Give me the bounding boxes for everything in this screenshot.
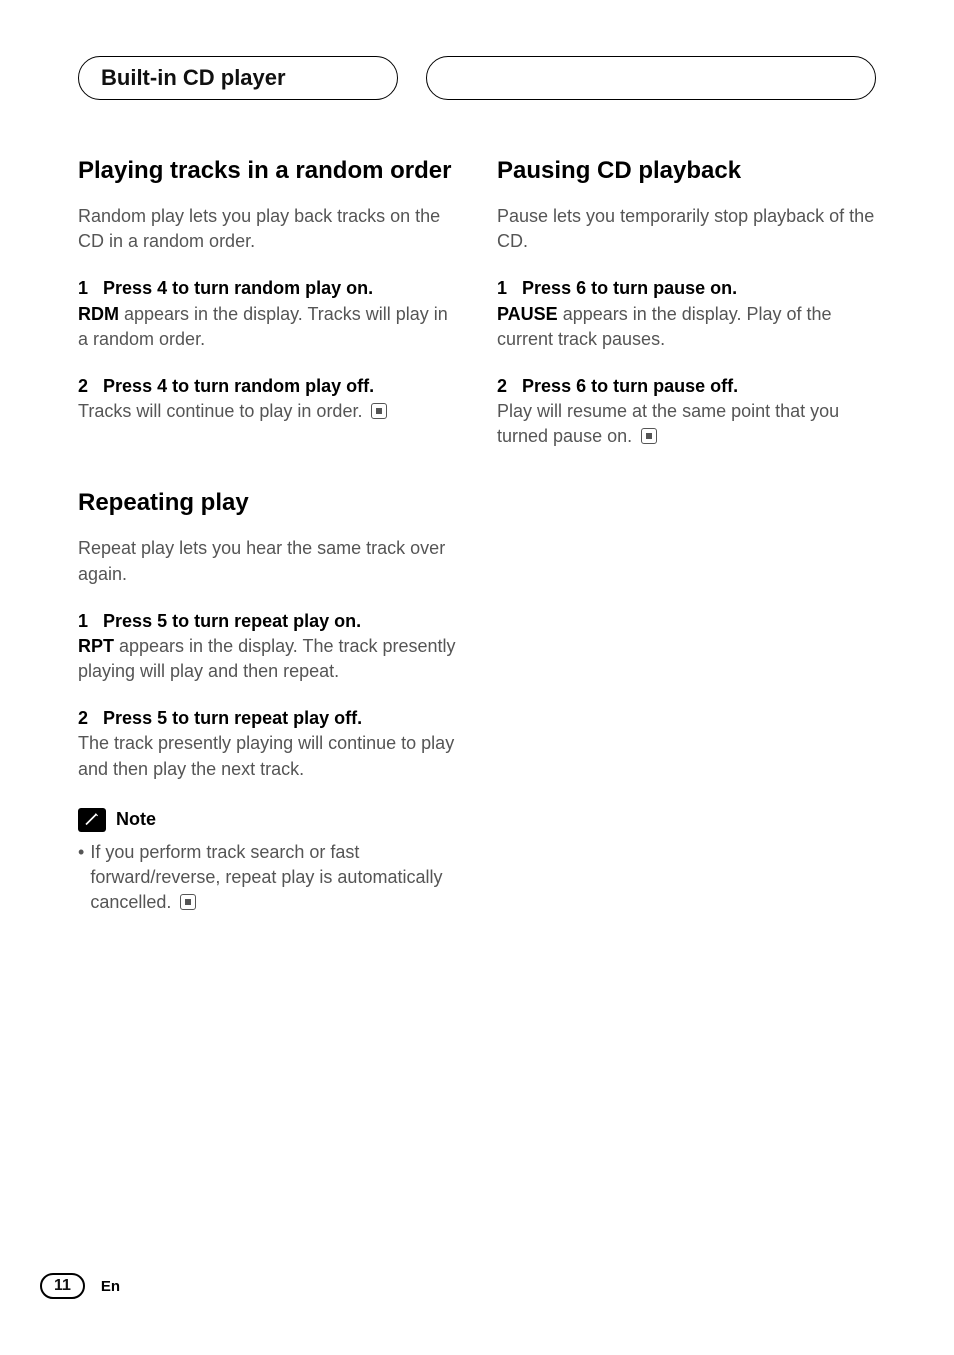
step-number: 2 [78, 708, 88, 728]
step-desc-text: appears in the display. Tracks will play… [78, 304, 448, 349]
step-number: 1 [78, 278, 88, 298]
section-random-lead: Random play lets you play back tracks on… [78, 204, 457, 254]
step-keyword: RPT [78, 636, 114, 656]
step-desc-text: Tracks will continue to play in order. [78, 401, 362, 421]
step-number: 2 [497, 376, 507, 396]
pause-step-1: 1 Press 6 to turn pause on. PAUSE appear… [497, 276, 876, 352]
step-desc: PAUSE appears in the display. Play of th… [497, 302, 876, 352]
step-desc: Play will resume at the same point that … [497, 399, 876, 449]
section-random-title: Playing tracks in a random order [78, 156, 457, 186]
step-title: Press 4 to turn random play on. [103, 278, 373, 298]
section-repeat-lead: Repeat play lets you hear the same track… [78, 536, 457, 586]
step-title: Press 5 to turn repeat play off. [103, 708, 362, 728]
page-number: 11 [40, 1273, 85, 1299]
random-step-1: 1 Press 4 to turn random play on. RDM ap… [78, 276, 457, 352]
step-desc: The track presently playing will continu… [78, 731, 457, 781]
step-desc: RDM appears in the display. Tracks will … [78, 302, 457, 352]
repeat-step-2: 2 Press 5 to turn repeat play off. The t… [78, 706, 457, 782]
step-title: Press 4 to turn random play off. [103, 376, 374, 396]
page-language: En [101, 1278, 120, 1295]
note-label: Note [116, 809, 156, 830]
step-keyword: RDM [78, 304, 119, 324]
note-text-wrap: If you perform track search or fast forw… [90, 840, 457, 916]
step-desc-text: The track presently playing will continu… [78, 733, 454, 778]
tab-empty [426, 56, 876, 100]
step-desc: RPT appears in the display. The track pr… [78, 634, 457, 684]
repeat-step-1: 1 Press 5 to turn repeat play on. RPT ap… [78, 609, 457, 685]
tab-main: Built-in CD player [78, 56, 398, 100]
tab-main-label: Built-in CD player [101, 65, 286, 91]
end-section-icon [371, 403, 387, 419]
pause-step-2: 2 Press 6 to turn pause off. Play will r… [497, 374, 876, 450]
step-title: Press 6 to turn pause off. [522, 376, 738, 396]
header-tabs: Built-in CD player [78, 56, 876, 100]
step-title: Press 6 to turn pause on. [522, 278, 737, 298]
section-pause-title: Pausing CD playback [497, 156, 876, 186]
step-number: 1 [497, 278, 507, 298]
content-columns: Playing tracks in a random order Random … [78, 156, 876, 915]
note-block: Note • If you perform track search or fa… [78, 808, 457, 916]
end-section-icon [641, 428, 657, 444]
step-number: 1 [78, 611, 88, 631]
section-repeat-title: Repeating play [78, 488, 457, 518]
step-keyword: PAUSE [497, 304, 558, 324]
step-desc-text: Play will resume at the same point that … [497, 401, 839, 446]
end-section-icon [180, 894, 196, 910]
page: Built-in CD player Playing tracks in a r… [0, 0, 954, 1355]
step-title: Press 5 to turn repeat play on. [103, 611, 361, 631]
column-left: Playing tracks in a random order Random … [78, 156, 457, 915]
bullet-icon: • [78, 840, 84, 916]
step-desc-text: appears in the display. The track presen… [78, 636, 456, 681]
note-icon [78, 808, 106, 832]
note-text: If you perform track search or fast forw… [90, 842, 442, 912]
step-number: 2 [78, 376, 88, 396]
random-step-2: 2 Press 4 to turn random play off. Track… [78, 374, 457, 424]
step-desc: Tracks will continue to play in order. [78, 399, 457, 424]
note-item: • If you perform track search or fast fo… [78, 840, 457, 916]
page-footer: 11 En [40, 1273, 120, 1299]
section-pause-lead: Pause lets you temporarily stop playback… [497, 204, 876, 254]
column-right: Pausing CD playback Pause lets you tempo… [497, 156, 876, 915]
note-header: Note [78, 808, 457, 832]
